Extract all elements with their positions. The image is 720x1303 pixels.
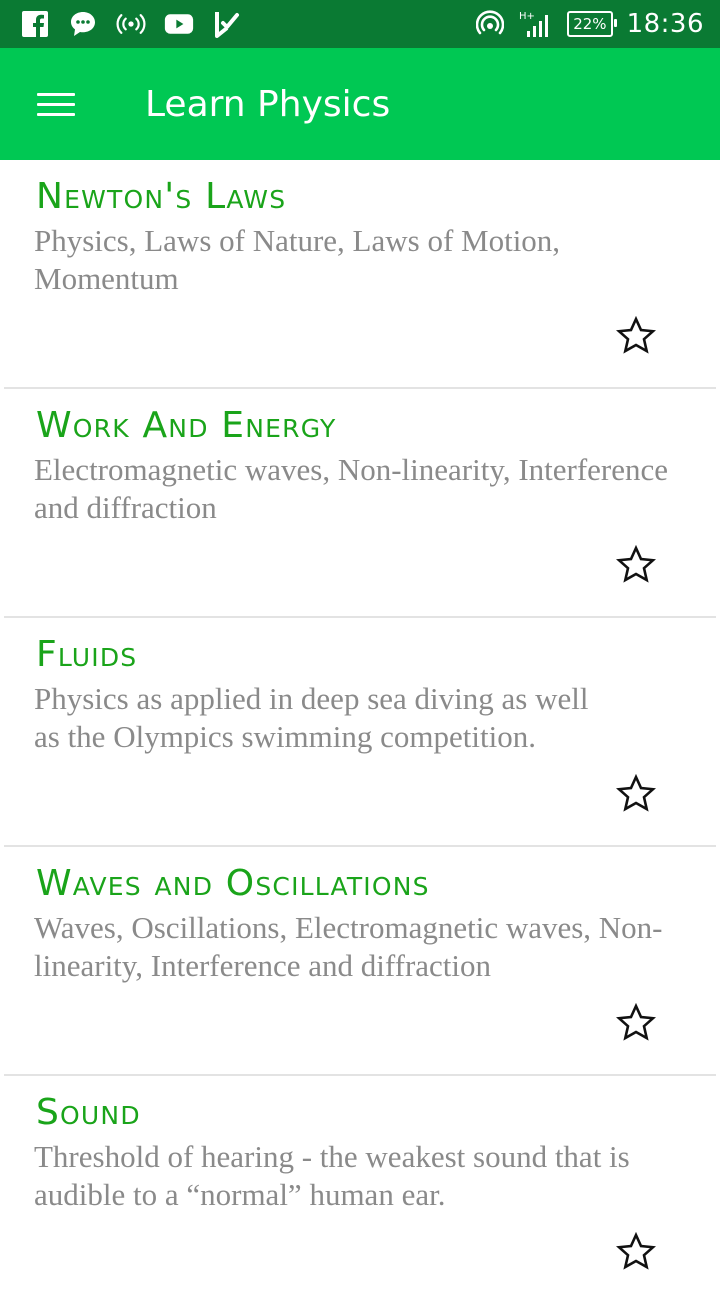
- star-outline-icon: [616, 1003, 656, 1041]
- topic-description: Threshold of hearing - the weakest sound…: [34, 1139, 630, 1212]
- chat-icon: [68, 9, 98, 39]
- topic-title: Newton's Laws: [36, 176, 287, 217]
- app-title: Learn Physics: [145, 84, 391, 125]
- facebook-icon: [20, 9, 50, 39]
- star-outline-icon: [616, 1232, 656, 1270]
- battery-level: 22%: [573, 15, 607, 33]
- topic-description: Physics as applied in deep sea diving as…: [34, 681, 589, 754]
- network-type-label: H+: [519, 11, 535, 22]
- app-bar: Learn Physics: [0, 48, 720, 160]
- topic-description: Physics, Laws of Nature, Laws of Motion,…: [34, 223, 561, 296]
- menu-button[interactable]: [22, 78, 90, 130]
- notification-icons: [20, 8, 242, 40]
- signal-icon: H+: [519, 9, 553, 39]
- topic-description: Electromagnetic waves, Non-linearity, In…: [34, 452, 669, 525]
- favorite-button[interactable]: [610, 997, 662, 1049]
- topic-list: Newton's Laws Physics, Laws of Nature, L…: [0, 160, 720, 1303]
- system-status: H+ 22% 18:36: [475, 8, 704, 40]
- battery-icon: 22%: [567, 11, 617, 37]
- star-outline-icon: [616, 316, 656, 354]
- topic-title: Work And Energy: [36, 405, 337, 446]
- topic-title: Fluids: [36, 634, 138, 675]
- status-bar: H+ 22% 18:36: [0, 0, 720, 48]
- topic-card[interactable]: Sound Threshold of hearing - the weakest…: [4, 1076, 716, 1303]
- topic-card[interactable]: Newton's Laws Physics, Laws of Nature, L…: [4, 160, 716, 389]
- topic-card[interactable]: Work And Energy Electromagnetic waves, N…: [4, 389, 716, 618]
- youtube-icon: [164, 9, 194, 39]
- favorite-button[interactable]: [610, 310, 662, 362]
- topic-title: Sound: [36, 1092, 141, 1133]
- topic-description: Waves, Oscillations, Electromagnetic wav…: [34, 910, 663, 983]
- topic-title: Waves and Oscillations: [36, 863, 430, 904]
- topic-card[interactable]: Waves and Oscillations Waves, Oscillatio…: [4, 847, 716, 1076]
- hotspot-icon: [475, 9, 505, 39]
- hamburger-icon: [37, 86, 75, 123]
- check-icon: [212, 9, 242, 39]
- favorite-button[interactable]: [610, 539, 662, 591]
- clock: 18:36: [626, 9, 704, 39]
- favorite-button[interactable]: [610, 768, 662, 820]
- broadcast-icon: [116, 9, 146, 39]
- star-outline-icon: [616, 774, 656, 812]
- star-outline-icon: [616, 545, 656, 583]
- favorite-button[interactable]: [610, 1226, 662, 1278]
- topic-card[interactable]: Fluids Physics as applied in deep sea di…: [4, 618, 716, 847]
